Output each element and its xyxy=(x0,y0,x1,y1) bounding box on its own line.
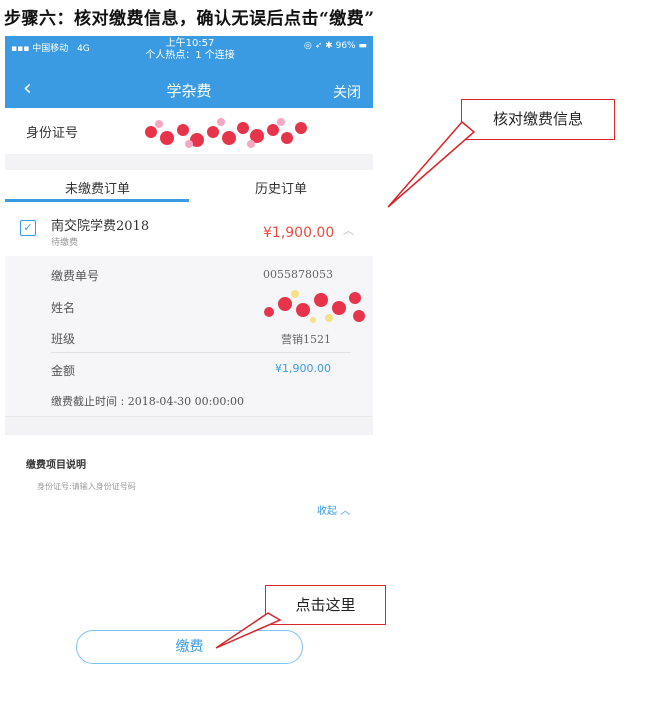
section-gap-2 xyxy=(5,417,373,435)
section-gap xyxy=(5,154,373,170)
status-time: 上午10:57 xyxy=(165,38,215,49)
nav-bar: ‹ 学杂费 关闭 xyxy=(5,70,373,108)
chevron-up-icon[interactable]: ︿ xyxy=(343,222,354,238)
divider xyxy=(51,352,351,353)
id-number-label: 身份证号 xyxy=(26,126,79,141)
carrier: 中国移动 xyxy=(32,44,69,54)
amount-label: 金额 xyxy=(51,364,76,378)
pay-button[interactable]: 缴费 xyxy=(76,630,303,664)
hotspot-text: 个人热点：1 个连接 xyxy=(145,50,235,61)
status-left: ▪▪▪ 中国移动 4G xyxy=(11,41,90,54)
deadline-value: 2018-04-30 00:00:00 xyxy=(127,395,245,408)
signal-icon: ▪▪▪ xyxy=(11,44,30,54)
order-title: 南交院学费2018 xyxy=(51,219,150,234)
bill-no-value: 0055878053 xyxy=(263,268,333,281)
tab-history[interactable]: 历史订单 xyxy=(255,178,307,197)
alarm-icon: ◎ ➶ ✱ xyxy=(304,41,333,51)
order-amount: ¥1,900.00 xyxy=(263,225,335,241)
status-right: ◎ ➶ ✱ 96% ▬ xyxy=(304,41,367,51)
battery-percent: 96% xyxy=(335,41,356,51)
redaction-hearts xyxy=(145,118,307,148)
check-icon: ✓ xyxy=(23,221,33,234)
id-number-row: 身份证号 xyxy=(5,108,373,155)
close-button[interactable]: 关闭 xyxy=(333,82,361,102)
description-text: 身份证号:请输入身份证号码 xyxy=(37,482,136,491)
chevron-up-small-icon: ︿ xyxy=(340,506,351,517)
name-label: 姓名 xyxy=(51,301,76,315)
name-redaction-hearts xyxy=(264,290,365,323)
callout-verify: 核对缴费信息 xyxy=(461,99,615,140)
class-value: 营销1521 xyxy=(281,333,331,346)
tab-unpaid[interactable]: 未缴费订单 xyxy=(65,178,130,197)
order-status: 待缴费 xyxy=(51,238,79,248)
battery-icon: ▬ xyxy=(358,41,367,51)
network: 4G xyxy=(77,44,90,54)
class-label: 班级 xyxy=(51,332,76,346)
collapse-label: 收起 xyxy=(317,506,337,517)
checkbox[interactable]: ✓ xyxy=(20,220,36,236)
callout-click-here: 点击这里 xyxy=(265,585,386,625)
status-bar: ▪▪▪ 中国移动 4G 上午10:57 个人热点：1 个连接 ◎ ➶ ✱ 96%… xyxy=(5,36,373,70)
deadline-sep: : xyxy=(120,395,128,408)
bill-no-label: 缴费单号 xyxy=(51,269,100,283)
status-center: 上午10:57 个人热点：1 个连接 xyxy=(135,38,245,62)
step-heading: 步骤六：核对缴费信息，确认无误后点击“缴费” xyxy=(4,9,375,29)
amount-value: ¥1,900.00 xyxy=(275,362,331,375)
order-details: 缴费单号 0055878053 姓名 班级 营销1521 金额 ¥1,900.0… xyxy=(5,256,373,417)
deadline-label: 缴费截止时间 xyxy=(51,395,117,408)
collapse-link[interactable]: 收起 ︿ xyxy=(317,502,350,517)
deadline-row: 缴费截止时间 : 2018-04-30 00:00:00 xyxy=(51,393,244,409)
page-title: 学杂费 xyxy=(166,82,212,100)
description-title: 缴费项目说明 xyxy=(26,460,86,471)
